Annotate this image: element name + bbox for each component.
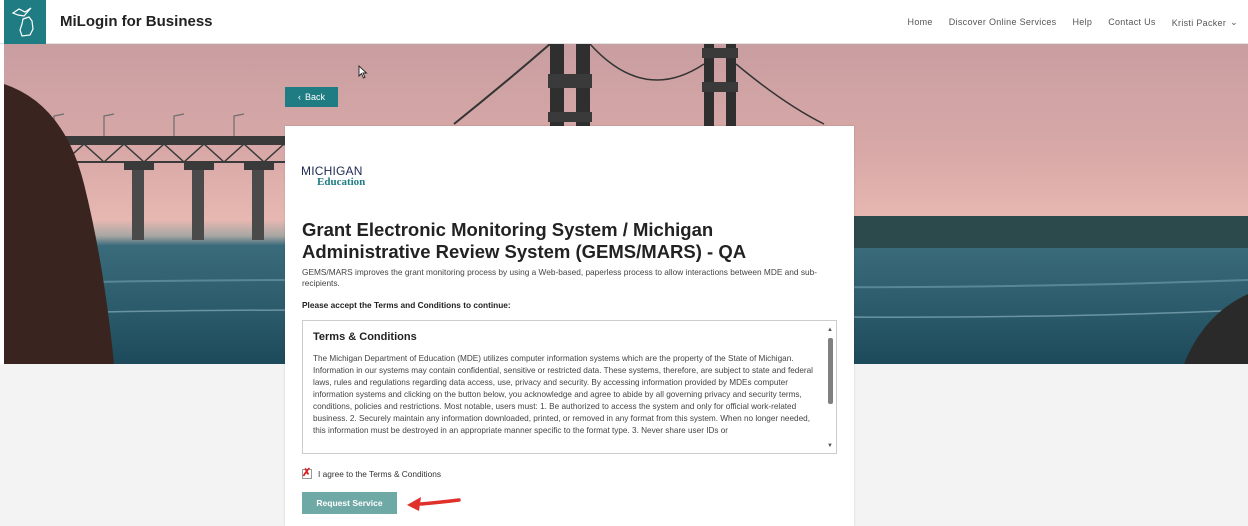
terms-title: Terms & Conditions bbox=[313, 331, 417, 343]
nav-home[interactable]: Home bbox=[908, 17, 933, 28]
mouse-cursor-icon bbox=[358, 65, 368, 79]
service-title: Grant Electronic Monitoring System / Mic… bbox=[302, 219, 747, 262]
agree-checkbox[interactable]: ✗ bbox=[302, 467, 312, 479]
user-menu[interactable]: Kristi Packer ⌄ bbox=[1172, 17, 1238, 28]
accept-prompt: Please accept the Terms and Conditions t… bbox=[302, 300, 511, 310]
michigan-logo[interactable] bbox=[4, 0, 46, 44]
invalid-x-icon: ✗ bbox=[302, 467, 312, 479]
app-title: MiLogin for Business bbox=[60, 13, 213, 30]
back-label: Back bbox=[304, 92, 325, 102]
annotation-arrow-icon bbox=[407, 497, 461, 511]
terms-body: The Michigan Department of Education (MD… bbox=[313, 354, 813, 435]
nav-discover-online-services[interactable]: Discover Online Services bbox=[949, 17, 1057, 28]
agree-label[interactable]: I agree to the Terms & Conditions bbox=[318, 469, 441, 479]
service-description: GEMS/MARS improves the grant monitoring … bbox=[302, 267, 817, 288]
user-name: Kristi Packer bbox=[1171, 17, 1227, 28]
scroll-down-icon[interactable]: ▼ bbox=[827, 443, 833, 449]
terms-scroll-box[interactable]: Terms & Conditions The Michigan Departme… bbox=[302, 320, 837, 454]
nav-help[interactable]: Help bbox=[1072, 17, 1092, 28]
service-card: MICHIGAN Education Grant Electronic Moni… bbox=[285, 126, 854, 526]
scroll-up-icon[interactable]: ▲ bbox=[827, 327, 833, 333]
chevron-left-icon: ‹ bbox=[297, 92, 301, 102]
top-nav: Home Discover Online Services Help Conta… bbox=[908, 17, 1238, 28]
scroll-thumb[interactable] bbox=[828, 338, 833, 404]
request-service-button[interactable]: Request Service bbox=[302, 492, 397, 514]
agree-row: ✗ I agree to the Terms & Conditions bbox=[302, 467, 441, 479]
chevron-down-icon: ⌄ bbox=[1230, 17, 1238, 27]
terms-scrollbar[interactable]: ▲ ▼ bbox=[824, 321, 836, 453]
michigan-education-logo: MICHIGAN Education bbox=[301, 160, 371, 190]
nav-contact-us[interactable]: Contact Us bbox=[1108, 17, 1156, 28]
logo-line-education: Education bbox=[317, 176, 366, 188]
michigan-state-icon bbox=[11, 7, 34, 37]
top-header: MiLogin for Business Home Discover Onlin… bbox=[0, 0, 1248, 44]
back-button[interactable]: ‹ Back bbox=[285, 87, 338, 107]
